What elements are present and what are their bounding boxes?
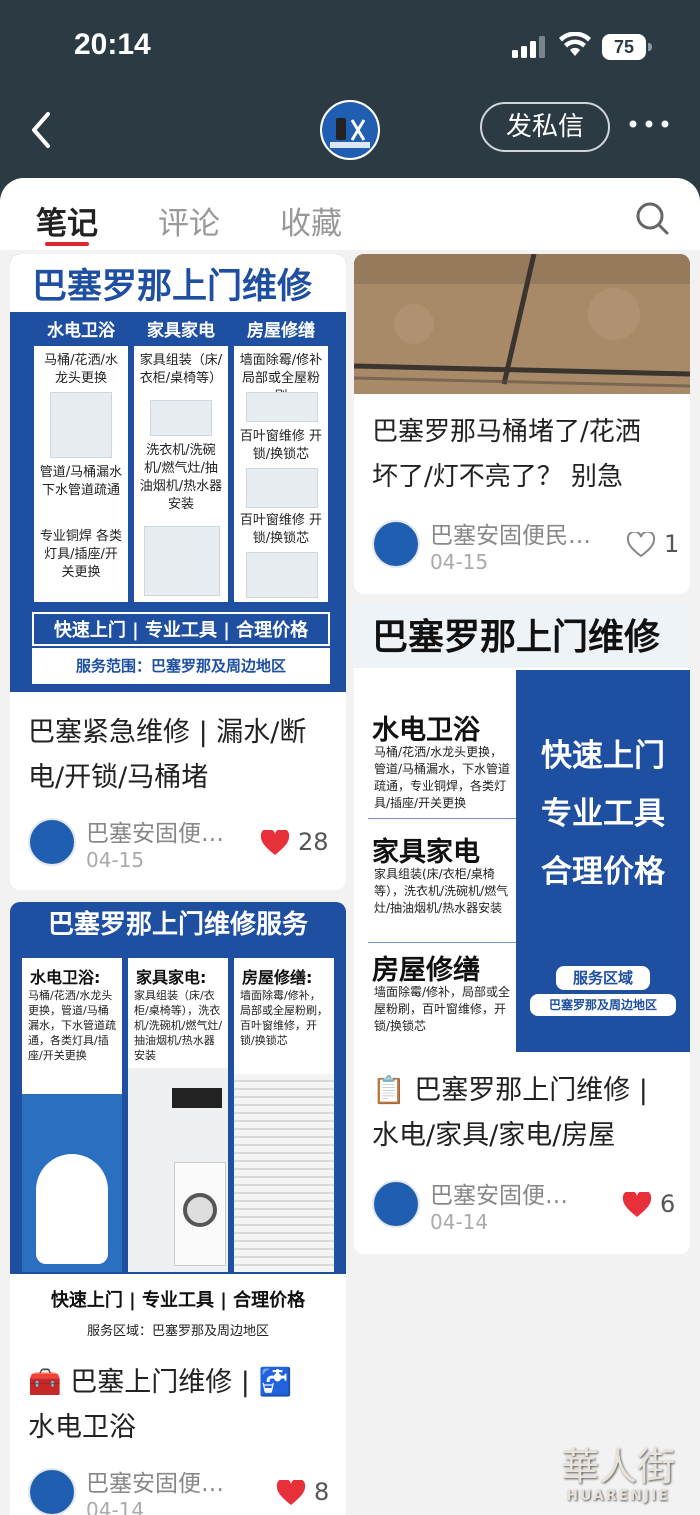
note-title: 🧰 巴塞上门维修 | 🚰 水电卫浴 (28, 1360, 292, 1450)
note-card[interactable]: 巴塞罗那上门维修 水电卫浴 马桶/花洒/水龙头更换 管道/马桶漏水下水管道疏通 … (10, 254, 346, 890)
watermark-subtext: HUARENJIE (566, 1488, 670, 1504)
author-name[interactable]: 巴塞安固便… (86, 814, 224, 848)
author-avatar[interactable] (372, 1180, 420, 1228)
status-bar: 20:14 75 (0, 0, 700, 90)
heart-outline-icon (626, 532, 656, 558)
poster-column-title: 房屋修缮 (372, 955, 480, 986)
poster-column-text: 洗衣机/洗碗机/燃气灶/抽油烟机/热水器安装 (139, 443, 223, 512)
author-avatar[interactable] (372, 520, 420, 568)
poster-slogan: 合理价格 (541, 854, 665, 890)
note-cover-image: 巴塞罗那上门维修 水电卫浴 马桶/花洒/水龙头更换，管道/马桶漏水，下水管道疏通… (354, 604, 690, 1052)
poster-column-title: 房屋修缮 (234, 316, 328, 346)
poster-column-title: 水电卫浴 (372, 715, 480, 746)
status-time: 20:14 (74, 28, 151, 61)
poster-column-text: 家具组装(床/衣柜/桌椅等），洗衣机/洗碗机/燃气灶/抽油烟机/热水器安装 (374, 867, 509, 915)
heart-icon (276, 1480, 306, 1505)
battery-icon: 75 (602, 34, 652, 60)
poster-column-text: 墙面除霉/修补，局部或全屋粉刷，百叶窗维修，开锁/换锁芯 (240, 989, 328, 1047)
note-title-line: 水电卫浴 (28, 1412, 136, 1443)
wifi-icon (559, 32, 591, 56)
note-title: 巴塞紧急维修 | 漏水/断 电/开锁/马桶堵 (28, 710, 306, 800)
heart-icon (260, 830, 290, 855)
tab-comments[interactable]: 评论 (158, 198, 220, 243)
poster-column-title: 房屋修缮: (242, 968, 313, 987)
author-name[interactable]: 巴塞安固便… (86, 1464, 224, 1498)
poster-column-text: 百叶窗维修 开锁/换锁芯 (239, 513, 323, 546)
tab-bar: 笔记 评论 收藏 (0, 178, 700, 250)
author-avatar[interactable] (28, 818, 76, 866)
note-title: 📋 巴塞罗那上门维修 | 水电/家具/家电/房屋 (372, 1068, 648, 1158)
note-title: 巴塞罗那马桶堵了/花洒 坏了/灯不亮了？ 别急 (372, 410, 641, 500)
poster-column-text: 百叶窗维修 开锁/换锁芯 (239, 429, 323, 462)
cellular-signal-icon (512, 36, 545, 58)
poster-headline: 巴塞罗那上门维修服务 (10, 902, 346, 948)
like-button[interactable]: 28 (260, 828, 340, 858)
poster-column-text: 专业铜焊 各类灯具/插座/开关更换 (39, 529, 123, 580)
note-title-line: 巴塞罗那马桶堵了/花洒 (372, 417, 641, 447)
note-card[interactable]: 巴塞罗那马桶堵了/花洒 坏了/灯不亮了？ 别急 巴塞安固便民… 04-15 1 (354, 254, 690, 594)
poster-column-title: 家具家电 (372, 837, 480, 868)
like-button[interactable]: 6 (622, 1190, 686, 1220)
poster-range: 服务区域：巴塞罗那及周边地区 (86, 1324, 269, 1339)
poster-headline: 巴塞罗那上门维修 (32, 267, 313, 307)
like-button[interactable]: 8 (276, 1478, 346, 1508)
note-title-line: 巴塞紧急维修 | 漏水/断 (28, 717, 307, 748)
poster-column-text: 家具组装（床/衣柜/桌椅等） (139, 353, 223, 386)
note-title-line: 电/开锁/马桶堵 (28, 762, 209, 793)
like-count: 1 (664, 530, 680, 558)
send-message-button[interactable]: 发私信 (480, 102, 610, 152)
watermark-text: 華人街 (560, 1445, 675, 1489)
poster-column-title: 水电卫浴: (30, 968, 101, 987)
poster-slogan: 专业工具 (541, 796, 665, 832)
note-title-line: 📋 巴塞罗那上门维修 | (372, 1075, 648, 1106)
like-button[interactable]: 1 (626, 530, 686, 560)
poster-column-text: 马桶/花洒/水龙头更换 (44, 353, 118, 386)
heart-icon (622, 1192, 652, 1217)
content-panel: 笔记 评论 收藏 巴塞罗那上门维修 水电卫浴 马桶/花洒/水龙头更换 管道/马桶… (0, 178, 700, 1515)
poster-column-text: 家具组装（床/衣柜/桌椅等），洗衣机/洗碗机/燃气灶/抽油烟机/热水器安装 (134, 989, 223, 1062)
more-icon[interactable] (628, 116, 670, 132)
poster-area-label: 服务区域 (556, 966, 650, 990)
post-date: 04-14 (86, 1498, 145, 1515)
profile-avatar[interactable] (320, 100, 380, 160)
note-card[interactable]: 巴塞罗那上门维修 水电卫浴 马桶/花洒/水龙头更换，管道/马桶漏水，下水管道疏通… (354, 604, 690, 1254)
search-icon[interactable] (634, 200, 670, 236)
poster-area: 巴塞罗那及周边地区 (530, 994, 676, 1016)
poster-range: 服务范围：巴塞罗那及周边地区 (32, 648, 330, 684)
note-cover-image: 巴塞罗那上门维修 水电卫浴 马桶/花洒/水龙头更换 管道/马桶漏水下水管道疏通 … (10, 254, 346, 692)
note-card[interactable]: 巴塞罗那上门维修服务 水电卫浴: 马桶/花洒/水龙头更换，管道/马桶漏水，下水管… (10, 902, 346, 1515)
post-date: 04-14 (430, 1210, 489, 1234)
author-name[interactable]: 巴塞安固便民… (430, 516, 591, 550)
poster-column-text: 墙面除霉/修补，局部或全屋粉刷，百叶窗维修，开锁/换锁芯 (374, 985, 511, 1033)
back-icon[interactable] (22, 110, 62, 150)
post-date: 04-15 (430, 550, 489, 574)
author-avatar[interactable] (28, 1468, 76, 1515)
note-title-line: 坏了/灯不亮了？ 别急 (372, 462, 624, 492)
note-title-line: 🧰 巴塞上门维修 | 🚰 (28, 1367, 293, 1398)
like-count: 6 (660, 1190, 676, 1218)
poster-column-title: 水电卫浴 (34, 316, 128, 346)
poster-column-title: 家具家电: (136, 968, 207, 987)
battery-level: 75 (613, 37, 635, 57)
like-count: 28 (298, 828, 329, 856)
post-date: 04-15 (86, 848, 145, 872)
poster-column-text: 马桶/花洒/水龙头更换，管道/马桶漏水，下水管道疏通，各类灯具/插座/开关更换 (28, 989, 116, 1062)
poster-strip: 快速上门 | 专业工具 | 合理价格 (50, 1290, 306, 1311)
nav-bar: 发私信 (0, 90, 700, 178)
tab-notes[interactable]: 笔记 (36, 198, 98, 243)
poster-slogan: 快速上门 (541, 738, 665, 774)
watermark-logo: 華人街 HUARENJIE (546, 1444, 690, 1508)
note-cover-image: 巴塞罗那上门维修服务 水电卫浴: 马桶/花洒/水龙头更换，管道/马桶漏水，下水管… (10, 902, 346, 1352)
author-name[interactable]: 巴塞安固便… (430, 1176, 568, 1210)
note-title-line: 水电/家具/家电/房屋 (372, 1120, 616, 1151)
like-count: 8 (314, 1478, 330, 1506)
poster-column-title: 家具家电 (134, 316, 228, 346)
poster-column-text: 马桶/花洒/水龙头更换，管道/马桶漏水，下水管道疏通，专业铜焊，各类灯具/插座/… (374, 745, 511, 810)
active-tab-indicator (45, 242, 89, 246)
poster-column-text: 管道/马桶漏水下水管道疏通 (39, 465, 123, 498)
tab-favorites[interactable]: 收藏 (280, 198, 342, 243)
poster-headline: 巴塞罗那上门维修 (372, 617, 661, 658)
note-cover-image (354, 254, 690, 394)
poster-strip: 快速上门 | 专业工具 | 合理价格 (32, 612, 330, 646)
